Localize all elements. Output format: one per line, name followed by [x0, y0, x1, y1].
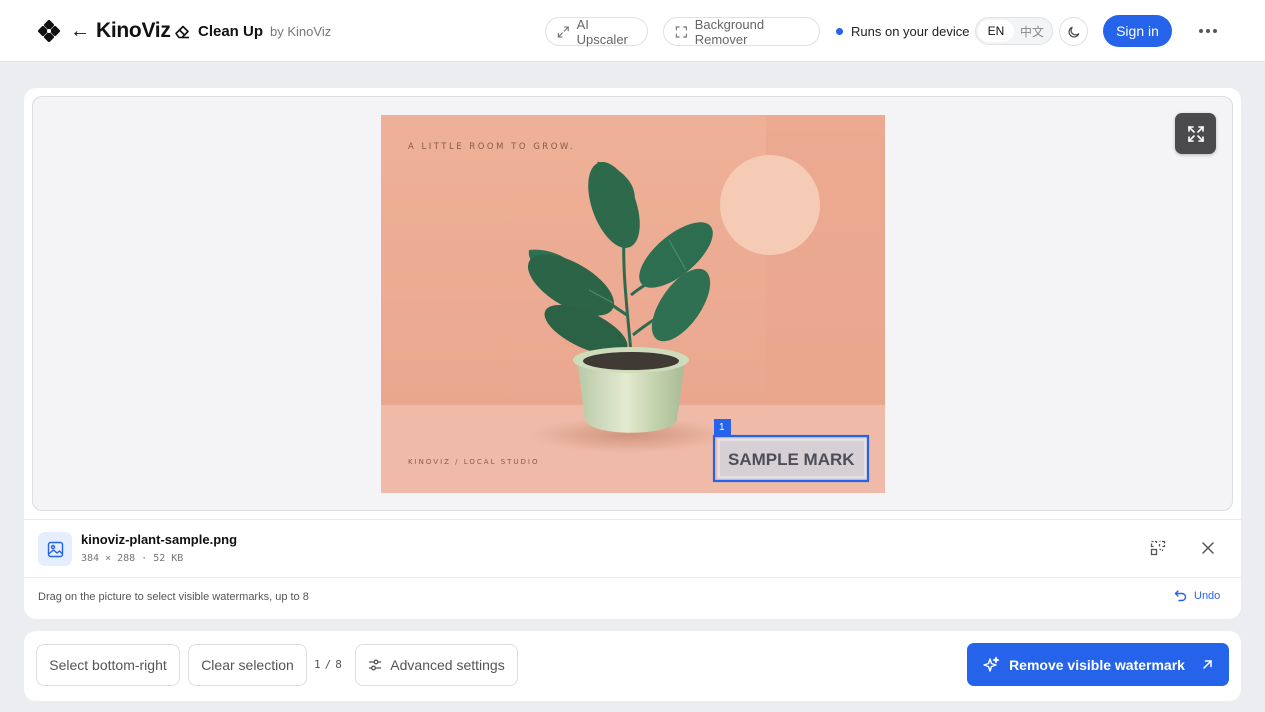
file-info-row: kinoviz-plant-sample.png 384 × 288 · 52 …	[24, 519, 1241, 578]
action-bar: Select bottom-right Clear selection 1 / …	[24, 631, 1241, 701]
moon-icon	[1068, 26, 1079, 37]
ai-upscaler-link[interactable]: AI Upscaler	[545, 16, 648, 47]
sliders-icon	[369, 659, 382, 671]
lang-en-button[interactable]: EN	[978, 20, 1014, 42]
background-remover-label: Background Remover	[694, 16, 765, 47]
file-name: kinoviz-plant-sample.png	[81, 532, 238, 547]
remove-watermark-button[interactable]: Remove visible watermark	[967, 643, 1229, 686]
plant-illustration: A LITTLE ROOM TO GROW. KINOVIZ / LOCAL S…	[381, 115, 885, 493]
kinoviz-logo-icon	[38, 20, 60, 42]
studio-label-text: KINOVIZ / LOCAL STUDIO	[408, 458, 540, 466]
hint-row: Drag on the picture to select visible wa…	[24, 579, 1241, 619]
more-dots-icon	[1199, 29, 1203, 33]
tool-title: Clean Up by KinoViz	[173, 20, 331, 42]
file-size: 52 KB	[153, 553, 184, 564]
top-bar: ← KinoViz Clean Up by KinoViz AI Upscale…	[0, 0, 1265, 62]
editor-card: A LITTLE ROOM TO GROW. KINOVIZ / LOCAL S…	[24, 88, 1241, 619]
selection-counter: 1 / 8	[314, 658, 342, 671]
fullscreen-icon	[1187, 125, 1204, 142]
close-icon[interactable]	[1201, 541, 1215, 555]
sign-in-button[interactable]: Sign in	[1103, 15, 1172, 47]
language-switch: EN 中文	[975, 17, 1053, 45]
brand-name: KinoViz	[96, 19, 171, 42]
clear-selection-button[interactable]: Clear selection	[188, 644, 307, 686]
selection-count-sep: /	[324, 658, 332, 671]
image-file-icon	[38, 532, 72, 566]
background-remover-link[interactable]: Background Remover	[663, 16, 820, 47]
advanced-settings-button[interactable]: Advanced settings	[355, 644, 518, 686]
file-meta: 384 × 288 · 52 KB	[81, 553, 183, 564]
more-menu-button[interactable]	[1196, 20, 1220, 42]
runs-on-device-label: Runs on your device	[851, 24, 970, 39]
status-dot-icon	[836, 28, 843, 35]
arrow-up-right-icon	[1203, 660, 1212, 669]
file-dot: ·	[141, 553, 148, 564]
tool-name: Clean Up	[198, 22, 264, 40]
undo-label: Undo	[1194, 589, 1221, 602]
file-height: 288	[117, 553, 136, 564]
tagline-text: A LITTLE ROOM TO GROW.	[408, 142, 575, 152]
sparkles-icon	[983, 656, 1000, 672]
back-arrow-icon[interactable]: ←	[70, 20, 90, 43]
selection-index: 1	[719, 422, 725, 433]
selection-max: 8	[335, 658, 342, 671]
fullscreen-button[interactable]	[1175, 113, 1216, 154]
watermark-text: SAMPLE MARK	[728, 450, 855, 469]
undo-button[interactable]: Undo	[1174, 589, 1220, 602]
theme-toggle-button[interactable]	[1059, 17, 1088, 46]
qr-code-icon[interactable]	[1150, 540, 1166, 556]
brand[interactable]: ← KinoViz	[38, 16, 171, 46]
image-preview[interactable]: A LITTLE ROOM TO GROW. KINOVIZ / LOCAL S…	[381, 115, 885, 493]
ai-upscaler-label: AI Upscaler	[576, 16, 628, 47]
lang-zh-button[interactable]: 中文	[1014, 20, 1050, 42]
selection-hint: Drag on the picture to select visible wa…	[38, 591, 309, 603]
file-width: 384	[81, 553, 100, 564]
frame-corners-icon	[675, 25, 687, 38]
runs-on-device-status: Runs on your device	[836, 24, 970, 39]
tool-by: by KinoViz	[270, 23, 332, 39]
canvas-area: A LITTLE ROOM TO GROW. KINOVIZ / LOCAL S…	[32, 96, 1233, 511]
selection-count: 1	[314, 658, 321, 671]
advanced-settings-label: Advanced settings	[390, 657, 505, 673]
select-bottom-right-button[interactable]: Select bottom-right	[36, 644, 180, 686]
eraser-icon	[175, 25, 189, 39]
remove-watermark-label: Remove visible watermark	[1009, 656, 1185, 673]
file-times: ×	[105, 553, 112, 564]
expand-arrows-icon	[557, 25, 569, 38]
undo-icon	[1174, 590, 1187, 602]
